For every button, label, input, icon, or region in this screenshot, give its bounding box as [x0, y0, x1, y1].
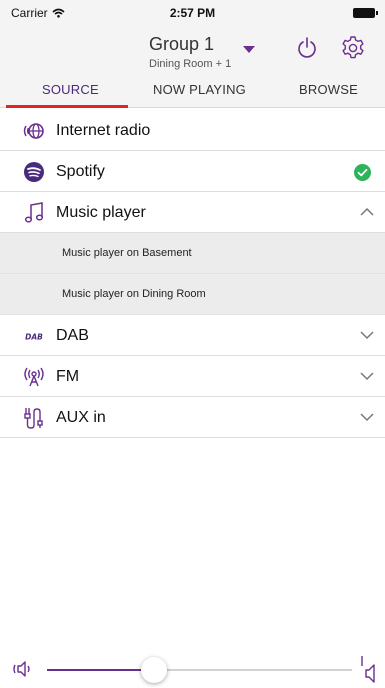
- source-label: DAB: [56, 327, 89, 344]
- sub-source-label: Music player on Basement: [62, 247, 192, 259]
- aux-cable-icon: [24, 408, 43, 429]
- source-fm[interactable]: FM: [0, 356, 385, 397]
- fm-antenna-icon: [24, 367, 44, 387]
- volume-low-icon[interactable]: [12, 658, 36, 680]
- tab-bar: SOURCE NOW PLAYING BROWSE: [0, 74, 385, 108]
- power-icon[interactable]: [296, 36, 318, 60]
- group-dropdown-icon[interactable]: [243, 46, 255, 53]
- volume-bar: [0, 652, 385, 688]
- source-label: Internet radio: [56, 122, 151, 139]
- volume-fill: [47, 669, 154, 671]
- chevron-up-icon[interactable]: [359, 205, 375, 219]
- music-player-basement[interactable]: Music player on Basement: [0, 233, 385, 274]
- group-title[interactable]: Group 1: [149, 34, 214, 55]
- source-internet-radio[interactable]: Internet radio: [0, 110, 385, 151]
- source-label: Spotify: [56, 163, 105, 180]
- source-label: Music player: [56, 204, 146, 221]
- battery-icon: [353, 8, 378, 18]
- source-music-player[interactable]: Music player: [0, 192, 385, 233]
- source-list: Internet radio Spotify Music player Musi…: [0, 110, 385, 438]
- gear-icon[interactable]: [340, 35, 366, 61]
- music-player-dining-room[interactable]: Music player on Dining Room: [0, 274, 385, 315]
- source-dab[interactable]: DAB DAB: [0, 315, 385, 356]
- source-spotify[interactable]: Spotify: [0, 151, 385, 192]
- chevron-down-icon[interactable]: [359, 369, 375, 383]
- dab-icon: DAB: [22, 333, 46, 342]
- tab-source[interactable]: SOURCE: [42, 82, 99, 97]
- group-subtitle: Dining Room + 1: [149, 58, 232, 70]
- volume-slider[interactable]: [47, 657, 352, 683]
- source-aux-in[interactable]: AUX in: [0, 397, 385, 438]
- selected-check-icon: [354, 164, 371, 181]
- spotify-icon: [24, 162, 44, 182]
- globe-radio-icon: [23, 123, 44, 139]
- status-bar: Carrier 2:57 PM: [0, 0, 385, 28]
- svg-text:DAB: DAB: [25, 333, 43, 342]
- chevron-down-icon[interactable]: [359, 410, 375, 424]
- active-tab-indicator: [6, 105, 128, 108]
- source-label: FM: [56, 368, 80, 385]
- status-time: 2:57 PM: [169, 6, 216, 20]
- music-note-icon: [24, 202, 44, 223]
- sub-source-label: Music player on Dining Room: [62, 288, 206, 300]
- tab-now-playing[interactable]: NOW PLAYING: [153, 82, 246, 97]
- tab-browse[interactable]: BROWSE: [299, 82, 358, 97]
- group-header: Group 1 Dining Room + 1: [0, 28, 385, 74]
- volume-high-icon[interactable]: [358, 654, 380, 684]
- volume-slider-thumb[interactable]: [140, 657, 167, 683]
- source-label: AUX in: [56, 409, 106, 426]
- chevron-down-icon[interactable]: [359, 328, 375, 342]
